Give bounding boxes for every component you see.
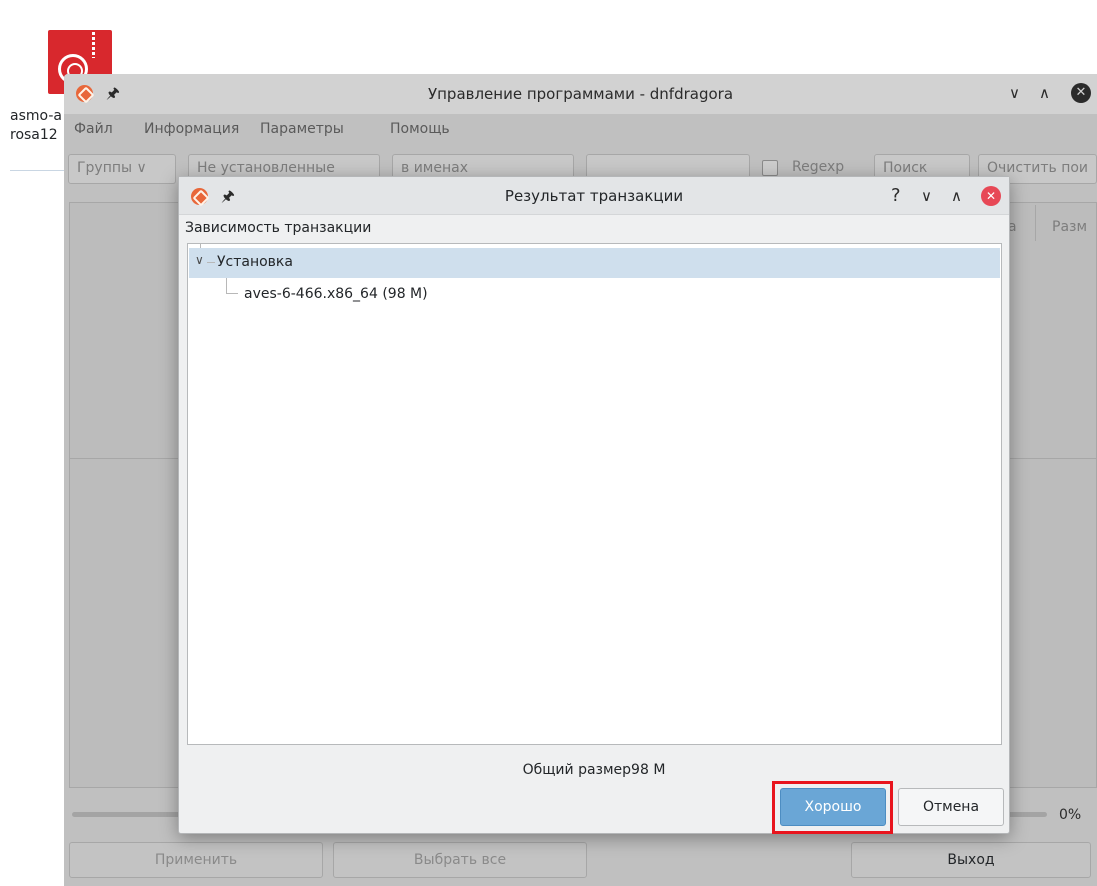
menu-bar: Файл Информация Параметры Помощь	[64, 114, 1097, 144]
desktop-icon-label-line1[interactable]: asmo-a	[10, 108, 70, 124]
help-icon[interactable]: ?	[891, 185, 901, 206]
exit-button[interactable]: Выход	[851, 842, 1091, 878]
close-icon[interactable]: ✕	[981, 186, 1001, 206]
menu-file[interactable]: Файл	[74, 121, 113, 137]
apply-button[interactable]: Применить	[69, 842, 323, 878]
minimize-icon[interactable]: ∨	[921, 187, 932, 205]
tree-item-label: aves-6-466.x86_64 (98 M)	[244, 286, 428, 302]
cancel-button[interactable]: Отмена	[898, 788, 1004, 826]
maximize-icon[interactable]: ∧	[951, 187, 962, 205]
tree-branch-line	[207, 262, 215, 263]
tree-group-label: Установка	[217, 254, 293, 270]
zipper-decoration	[92, 32, 95, 58]
total-size-text: Общий размер98 M	[522, 762, 666, 778]
maximize-icon[interactable]: ∧	[1039, 84, 1050, 102]
dependency-section-label: Зависимость транзакции	[185, 220, 372, 236]
search-button-label: Поиск	[883, 160, 928, 176]
menu-settings[interactable]: Параметры	[260, 121, 344, 137]
tree-item-row[interactable]: aves-6-466.x86_64 (98 M)	[189, 280, 1000, 310]
desktop-divider	[10, 170, 66, 171]
dialog-title: Результат транзакции	[504, 187, 684, 205]
regexp-checkbox[interactable]	[762, 160, 778, 176]
groups-dropdown-value: Группы	[77, 160, 133, 176]
chevron-down-icon[interactable]: ∨	[195, 253, 204, 267]
transaction-tree[interactable]: ∨ Установка aves-6-466.x86_64 (98 M)	[187, 243, 1002, 745]
select-all-button[interactable]: Выбрать все	[333, 842, 587, 878]
tree-group-row[interactable]: ∨ Установка	[189, 248, 1000, 278]
menu-help[interactable]: Помощь	[390, 121, 450, 137]
table-header-size: Разм	[1052, 219, 1088, 235]
main-window-title: Управление программами - dnfdragora	[427, 85, 734, 103]
progress-percent: 0%	[1059, 807, 1082, 823]
desktop-icon-label-line2[interactable]: rosa12	[10, 127, 70, 143]
groups-dropdown[interactable]: Группы ∨	[68, 154, 176, 184]
minimize-icon[interactable]: ∨	[1009, 84, 1020, 102]
install-state-value: Не установленные	[197, 160, 335, 176]
menu-info[interactable]: Информация	[144, 121, 239, 137]
main-titlebar[interactable]: 🖈︎ Управление программами - dnfdragora ∨…	[64, 74, 1097, 114]
ok-button[interactable]: Хорошо	[780, 788, 886, 826]
close-icon[interactable]: ✕	[1071, 83, 1091, 103]
table-header-divider	[1035, 205, 1036, 241]
clear-search-label: Очистить пои	[987, 160, 1089, 176]
transaction-result-dialog: 🖈︎ Результат транзакции ? ∨ ∧ ✕ Зависимо…	[178, 176, 1010, 834]
search-in-value: в именах	[401, 160, 468, 176]
dialog-titlebar[interactable]: 🖈︎ Результат транзакции ? ∨ ∧ ✕	[179, 177, 1009, 215]
